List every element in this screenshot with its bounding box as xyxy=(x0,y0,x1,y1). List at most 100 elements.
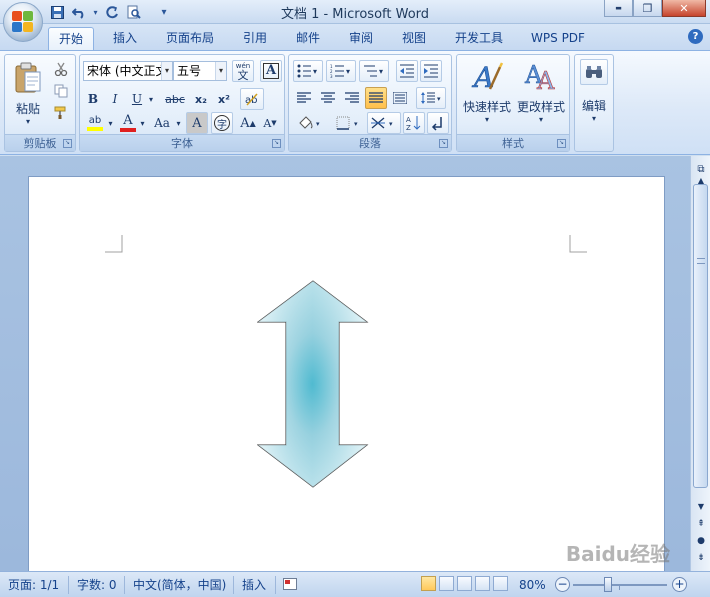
editing-dropdown-icon: ▾ xyxy=(591,114,596,123)
line-spacing-button[interactable]: ▾ xyxy=(416,87,446,109)
editing-label: 编辑 xyxy=(581,99,606,113)
zoom-out-button[interactable]: − xyxy=(555,577,570,592)
bold-button[interactable]: B xyxy=(84,90,102,108)
highlight-dropdown-icon[interactable]: ▾ xyxy=(106,113,115,133)
superscript-button[interactable]: x² xyxy=(214,90,234,108)
underline-dropdown-icon[interactable]: ▾ xyxy=(146,90,156,108)
zoom-in-button[interactable]: + xyxy=(672,577,687,592)
language-indicator[interactable]: 中文(简体，中国) xyxy=(133,572,226,597)
change-case-button[interactable]: Aa xyxy=(150,113,174,133)
align-left-button[interactable] xyxy=(293,87,315,109)
multilevel-list-button[interactable]: ▾ xyxy=(359,60,389,82)
draft-view-button[interactable] xyxy=(493,576,508,591)
tab-mailings[interactable]: 邮件 xyxy=(287,27,329,50)
styles-group-label: 样式 xyxy=(457,134,569,151)
change-case-button-phonetic[interactable]: ab xyxy=(240,88,264,110)
numbering-button[interactable]: 1 2 3 ▾ xyxy=(326,60,356,82)
phonetic-guide-button[interactable]: wén 文 xyxy=(232,60,254,82)
increase-indent-icon xyxy=(424,64,438,78)
svg-text:A: A xyxy=(536,67,555,93)
tab-view[interactable]: 视图 xyxy=(393,27,435,50)
close-button[interactable]: ✕ xyxy=(662,0,706,17)
shrink-font-button[interactable]: A ▼ xyxy=(260,113,280,133)
svg-text:▾: ▾ xyxy=(354,120,358,128)
sort-button[interactable]: AZ xyxy=(403,112,425,134)
tab-references[interactable]: 引用 xyxy=(234,27,276,50)
print-layout-view-button[interactable] xyxy=(421,576,436,591)
up-down-arrow-shape[interactable] xyxy=(257,280,369,488)
change-case-dropdown-icon[interactable]: ▾ xyxy=(174,113,183,133)
tab-insert[interactable]: 插入 xyxy=(104,27,146,50)
quick-styles-button[interactable]: A 快速样式 ▾ xyxy=(461,59,513,131)
change-styles-button[interactable]: A A 更改样式 ▾ xyxy=(515,59,567,131)
office-button[interactable] xyxy=(3,2,43,42)
document-page[interactable] xyxy=(28,176,665,576)
styles-group: A 快速样式 ▾ A A 更改样式 ▾ 样式 ↘ xyxy=(456,54,570,152)
web-layout-view-button[interactable] xyxy=(457,576,472,591)
vertical-scrollbar[interactable]: ⧉ ▲ ▼ ⇞ ● ⇟ xyxy=(690,156,710,571)
editing-button[interactable]: 编辑 ▾ xyxy=(577,59,611,131)
tab-review[interactable]: 审阅 xyxy=(340,27,382,50)
change-styles-icon: A A xyxy=(524,61,555,93)
scroll-thumb[interactable] xyxy=(693,184,708,488)
format-painter-icon[interactable] xyxy=(51,103,71,123)
underline-button[interactable]: U xyxy=(128,90,146,108)
clipboard-launcher-icon[interactable]: ↘ xyxy=(63,139,72,148)
clear-formatting-button[interactable]: A xyxy=(260,60,282,82)
zoom-level[interactable]: 80% xyxy=(519,572,546,597)
paste-button[interactable]: 粘贴 ▾ xyxy=(11,59,45,129)
align-right-button[interactable] xyxy=(341,87,363,109)
italic-button[interactable]: I xyxy=(106,90,124,108)
bullets-button[interactable]: ▾ xyxy=(293,60,323,82)
insert-mode[interactable]: 插入 xyxy=(242,572,266,597)
scroll-down-icon[interactable]: ▼ xyxy=(695,502,707,512)
enclose-characters-button[interactable]: 字 xyxy=(211,112,233,134)
font-group-label: 字体 xyxy=(80,134,284,151)
distributed-button[interactable] xyxy=(389,87,411,109)
styles-launcher-icon[interactable]: ↘ xyxy=(557,139,566,148)
tab-developer[interactable]: 开发工具 xyxy=(446,27,512,50)
next-page-icon[interactable]: ⇟ xyxy=(695,553,707,563)
restore-button[interactable]: ❐ xyxy=(633,0,662,17)
tab-home[interactable]: 开始 xyxy=(48,27,94,50)
highlight-button[interactable]: ab xyxy=(84,113,106,133)
asian-layout-button[interactable]: ▾ xyxy=(367,112,401,134)
tab-wps-pdf[interactable]: WPS PDF xyxy=(522,27,594,50)
previous-page-icon[interactable]: ⇞ xyxy=(695,519,707,529)
tab-page-layout[interactable]: 页面布局 xyxy=(158,27,222,50)
font-name-combo[interactable]: 宋体 (中文正文 ▾ xyxy=(83,61,173,81)
copy-icon[interactable] xyxy=(51,81,71,101)
zoom-slider-track[interactable] xyxy=(573,584,667,586)
outline-view-button[interactable] xyxy=(475,576,490,591)
shading-button[interactable]: ▾ xyxy=(293,113,327,133)
character-shading-button[interactable]: A xyxy=(186,112,208,134)
font-size-dropdown-icon[interactable]: ▾ xyxy=(215,62,226,80)
full-screen-reading-view-button[interactable] xyxy=(439,576,454,591)
page-indicator[interactable]: 页面: 1/1 xyxy=(8,572,59,597)
align-center-button[interactable] xyxy=(317,87,339,109)
increase-indent-button[interactable] xyxy=(420,60,442,82)
macro-record-icon[interactable] xyxy=(283,577,297,591)
show-marks-button[interactable] xyxy=(427,112,449,134)
justify-button[interactable] xyxy=(365,87,387,109)
svg-text:Z: Z xyxy=(406,124,411,131)
select-browse-object-icon[interactable]: ● xyxy=(695,536,707,546)
decrease-indent-button[interactable] xyxy=(396,60,418,82)
subscript-button[interactable]: x₂ xyxy=(191,90,211,108)
font-color-dropdown-icon[interactable]: ▾ xyxy=(138,113,147,133)
shrink-font-arrow-icon: ▼ xyxy=(271,119,277,127)
font-size-combo[interactable]: 五号 ▾ xyxy=(173,61,227,81)
paragraph-launcher-icon[interactable]: ↘ xyxy=(439,139,448,148)
word-count[interactable]: 字数: 0 xyxy=(77,572,117,597)
strikethrough-button[interactable]: abc xyxy=(162,90,188,108)
help-icon[interactable]: ? xyxy=(688,29,703,44)
minimize-button[interactable]: ▬ xyxy=(604,0,633,17)
svg-text:▾: ▾ xyxy=(313,67,317,76)
font-name-dropdown-icon[interactable]: ▾ xyxy=(161,62,172,80)
grow-font-button[interactable]: A ▲ xyxy=(238,113,258,133)
cut-icon[interactable] xyxy=(51,59,71,79)
font-launcher-icon[interactable]: ↘ xyxy=(272,139,281,148)
font-color-button[interactable]: A xyxy=(118,113,138,133)
zoom-slider-thumb[interactable] xyxy=(604,577,612,592)
borders-button[interactable]: ▾ xyxy=(331,113,365,133)
